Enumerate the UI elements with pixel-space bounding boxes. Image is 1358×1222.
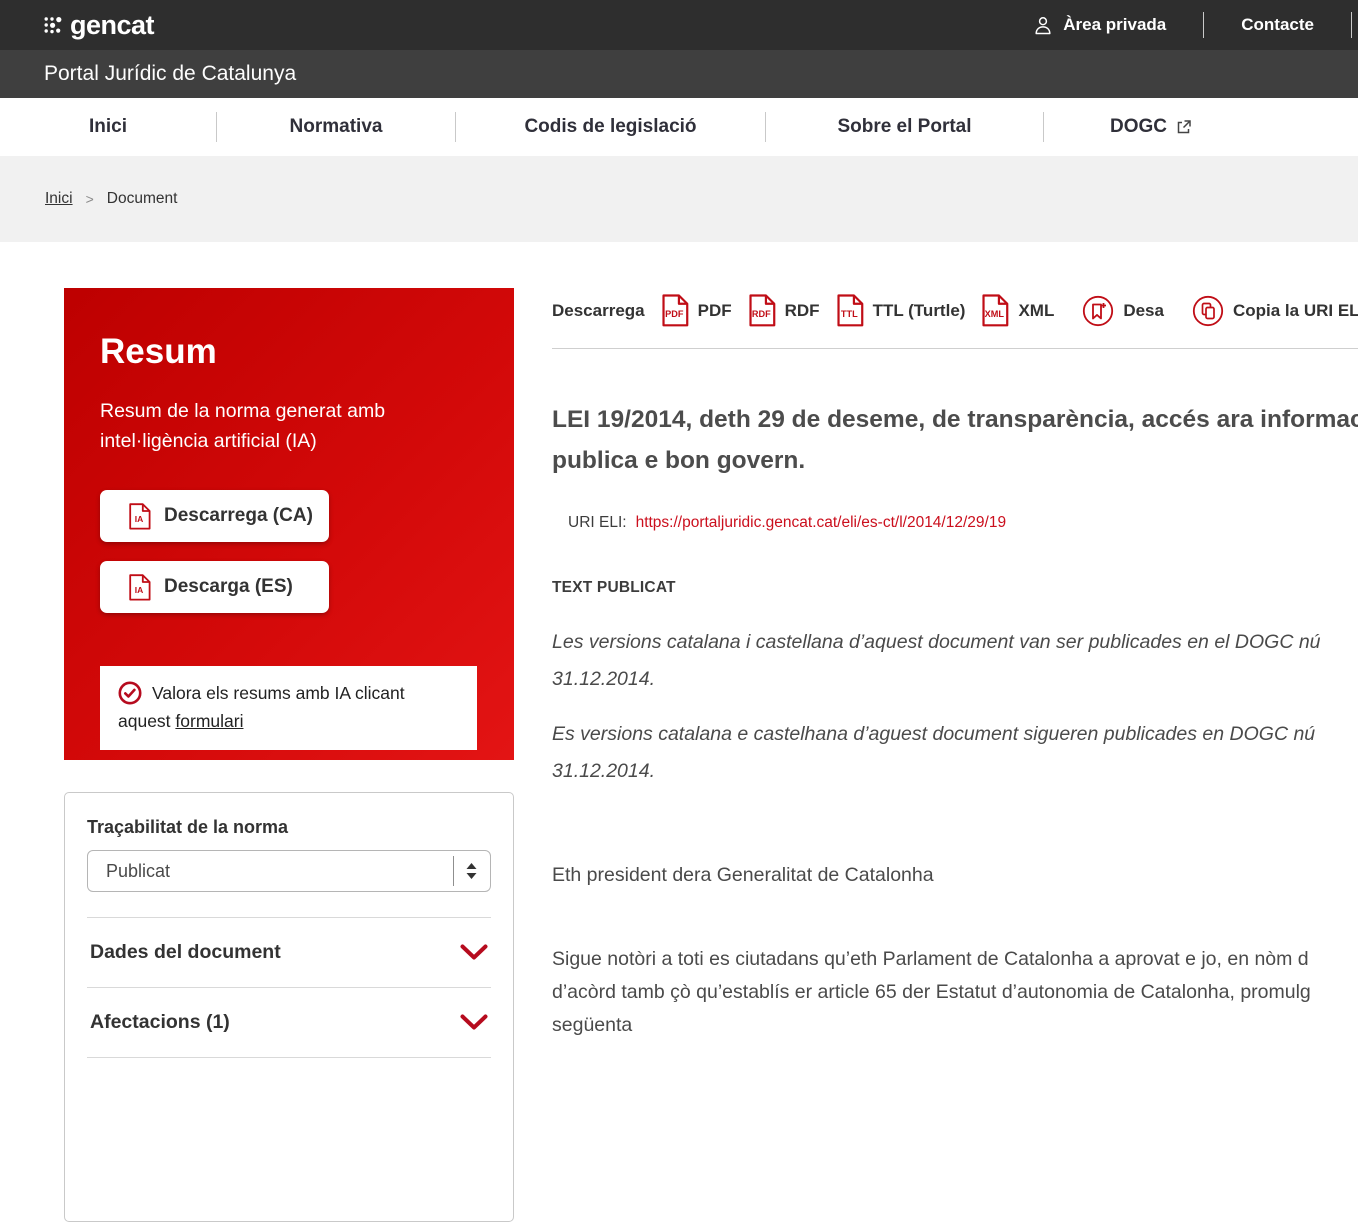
utility-bar: gencat Àrea privada Contacte <box>0 0 1358 50</box>
download-toolbar: Descarrega PDF PDF RDF RDF <box>552 294 1358 327</box>
copy-icon <box>1192 295 1224 327</box>
download-ttl-link[interactable]: TTL TTL (Turtle) <box>837 294 966 327</box>
breadcrumb-inici-link[interactable]: Inici <box>45 190 73 208</box>
tracabilitat-title: Traçabilitat de la norma <box>87 817 491 838</box>
estat-select-value: Publicat <box>106 861 170 882</box>
svg-text:TTL: TTL <box>840 309 857 319</box>
chevron-down-icon <box>460 944 488 961</box>
site-title[interactable]: Portal Jurídic de Catalunya <box>44 62 296 86</box>
chevron-down-icon <box>460 1014 488 1031</box>
nav-normativa[interactable]: Normativa <box>217 112 456 142</box>
svg-text:RDF: RDF <box>751 309 770 319</box>
select-spinner[interactable] <box>453 856 478 886</box>
svg-text:IA: IA <box>135 585 144 595</box>
resum-panel: Resum Resum de la norma generat amb inte… <box>64 288 514 760</box>
resum-description: Resum de la norma generat amb intel·ligè… <box>100 396 435 456</box>
contacte-link[interactable]: Contacte <box>1204 15 1351 35</box>
select-arrows-icon <box>465 862 478 880</box>
document-column: Descarrega PDF PDF RDF RDF <box>552 288 1358 1042</box>
download-xml-link[interactable]: XML XML <box>982 294 1054 327</box>
descarga-es-button[interactable]: IA Descarga (ES) <box>100 561 329 613</box>
rdf-file-icon: RDF <box>749 294 776 327</box>
ia-file-icon: IA <box>129 503 151 530</box>
paragraph-president: Eth president dera Generalitat de Catalo… <box>552 864 1358 887</box>
xml-file-icon: XML <box>982 294 1009 327</box>
notice-catalan: Les versions catalana i castellana d’aqu… <box>552 624 1358 698</box>
site-title-bar: Portal Jurídic de Catalunya <box>0 50 1358 98</box>
gencat-logo-text: gencat <box>70 12 154 39</box>
divider <box>87 1057 491 1058</box>
breadcrumb: Inici > Document <box>0 156 1358 242</box>
svg-text:XML: XML <box>985 309 1005 319</box>
download-pdf-link[interactable]: PDF PDF <box>662 294 732 327</box>
breadcrumb-chevron-icon: > <box>86 191 94 207</box>
resum-title: Resum <box>100 332 478 372</box>
copy-uri-eli-button[interactable]: Copia la URI ELI <box>1192 295 1358 327</box>
bookmark-add-icon <box>1082 295 1114 327</box>
utility-links: Àrea privada Contacte <box>996 12 1352 38</box>
desa-button[interactable]: Desa <box>1082 295 1164 327</box>
paragraph-sigue: Sigue notòri a toti es ciutadans qu’eth … <box>552 943 1358 1042</box>
uri-eli-link[interactable]: https://portaljuridic.gencat.cat/eli/es-… <box>636 514 1007 531</box>
contacte-label: Contacte <box>1241 15 1314 35</box>
nav-sobre-el-portal[interactable]: Sobre el Portal <box>766 112 1044 142</box>
main-nav: Inici Normativa Codis de legislació Sobr… <box>0 98 1358 156</box>
svg-text:IA: IA <box>135 514 144 524</box>
nav-dogc[interactable]: DOGC <box>1044 112 1258 142</box>
area-privada-label: Àrea privada <box>1063 15 1166 35</box>
ia-file-icon: IA <box>129 574 151 601</box>
text-publicat-heading: TEXT PUBLICAT <box>552 579 1358 597</box>
formulari-link[interactable]: formulari <box>175 711 243 731</box>
pdf-file-icon: PDF <box>662 294 689 327</box>
ttl-file-icon: TTL <box>837 294 864 327</box>
gencat-logo[interactable]: gencat <box>44 12 154 39</box>
svg-text:PDF: PDF <box>665 309 684 319</box>
gencat-dots-icon <box>44 15 63 36</box>
descarrega-label: Descarrega <box>552 301 645 321</box>
section-dades-del-document[interactable]: Dades del document <box>87 918 491 987</box>
document-title: LEI 19/2014, deth 29 de deseme, de trans… <box>552 399 1358 481</box>
uri-eli-row: URI ELI: https://portaljuridic.gencat.cat… <box>568 514 1358 532</box>
divider <box>552 348 1358 349</box>
main-content: Resum Resum de la norma generat amb inte… <box>0 242 1358 1222</box>
tracabilitat-card: Traçabilitat de la norma Publicat Dades … <box>64 792 514 1222</box>
breadcrumb-current: Document <box>107 190 178 208</box>
sidebar: Resum Resum de la norma generat amb inte… <box>64 288 514 1222</box>
uri-eli-label: URI ELI: <box>568 514 627 531</box>
download-rdf-link[interactable]: RDF RDF <box>749 294 820 327</box>
resum-download-buttons: IA Descarrega (CA) IA Descarga (ES) <box>100 490 478 613</box>
check-circle-icon <box>118 681 142 705</box>
external-link-icon <box>1176 119 1192 135</box>
nav-codis-legislacio[interactable]: Codis de legislació <box>456 112 766 142</box>
area-privada-link[interactable]: Àrea privada <box>996 15 1203 36</box>
user-icon <box>1033 15 1053 36</box>
estat-select[interactable]: Publicat <box>87 850 491 892</box>
utility-separator <box>1351 12 1352 38</box>
valora-box: Valora els resums amb IA clicant aquest … <box>100 666 477 750</box>
notice-aranese: Es versions catalana e castelhana d’ague… <box>552 716 1358 790</box>
descarrega-ca-button[interactable]: IA Descarrega (CA) <box>100 490 329 542</box>
nav-inici[interactable]: Inici <box>0 112 217 142</box>
valora-text: Valora els resums amb IA clicant aquest <box>118 683 405 731</box>
